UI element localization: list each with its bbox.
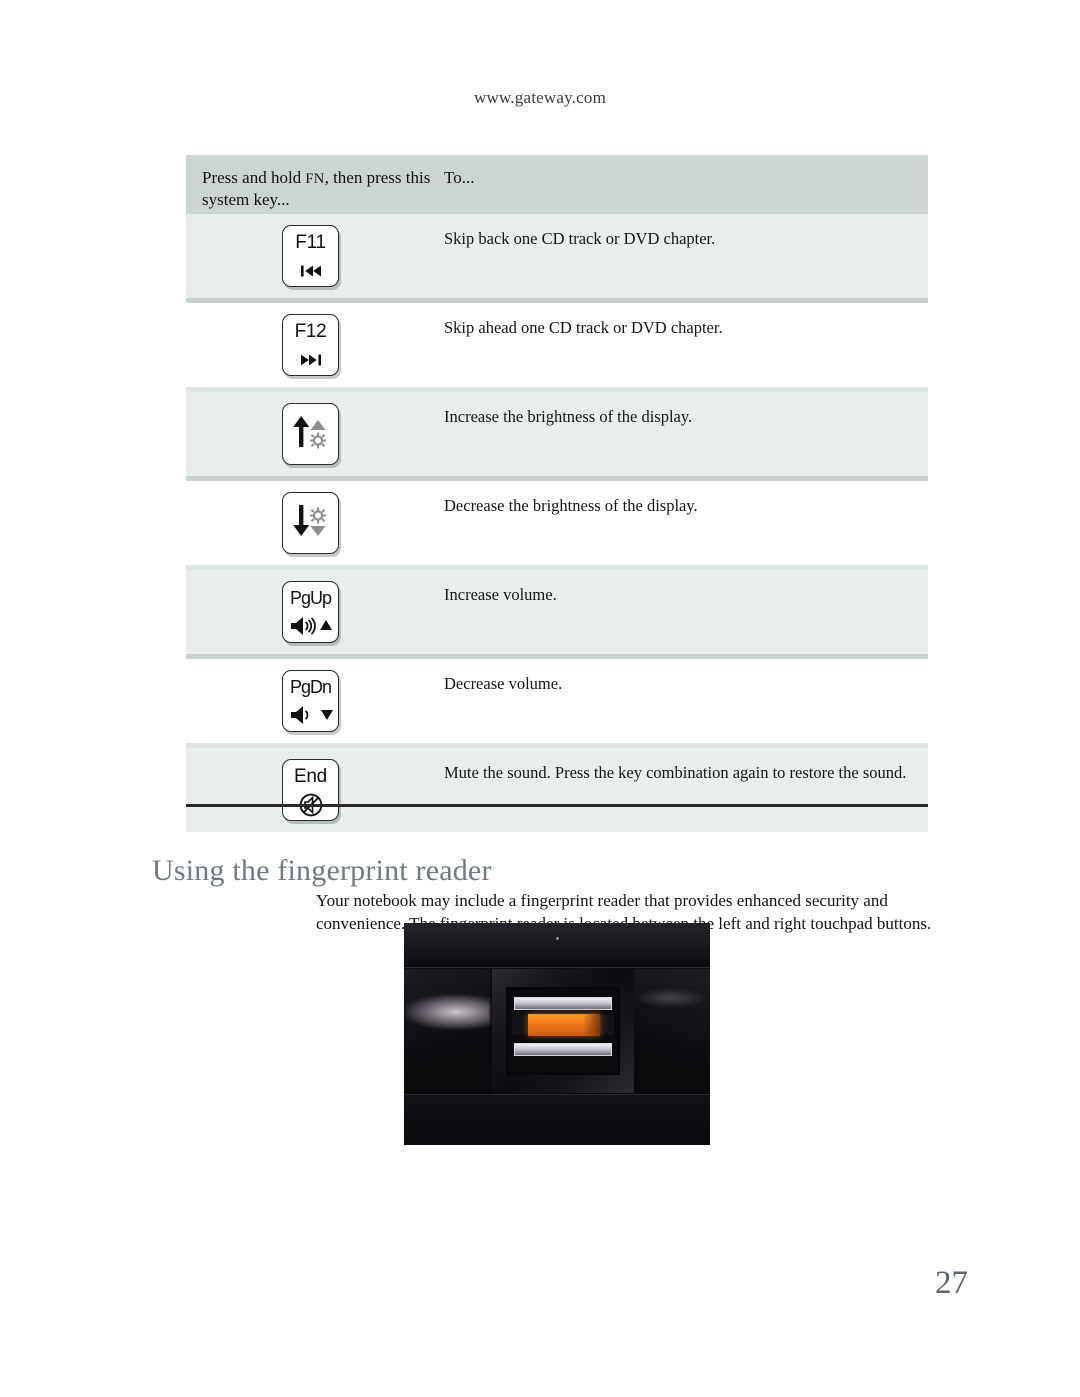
photo-highlight-right	[636, 989, 706, 1007]
keycap-brightness-up	[282, 403, 339, 465]
keycap-pgup: PgUp	[282, 581, 339, 643]
table-header-key-column: Press and hold FN, then press this syste…	[186, 155, 444, 214]
key-cell: F12	[186, 303, 444, 387]
fingerprint-reader-recess	[506, 987, 620, 1075]
sensor-chip-right	[600, 1015, 614, 1035]
key-cell	[186, 392, 444, 476]
gateway-url: www.gateway.com	[473, 88, 607, 107]
description-cell: Increase volume.	[444, 585, 557, 604]
keycap-label: PgDn	[289, 677, 332, 697]
table-header-key-label-line1: Press and hold FN, then press this	[202, 168, 430, 187]
fn-keyword: FN	[305, 171, 325, 187]
keycap-label: F12	[294, 321, 327, 342]
description-cell: Skip back one CD track or DVD chapter.	[444, 229, 716, 248]
description-cell: Skip ahead one CD track or DVD chapter.	[444, 318, 723, 337]
table-row: Decrease the brightness of the display.	[186, 481, 928, 565]
table-row: F12 Skip ahead one CD track or DVD chapt…	[186, 303, 928, 387]
keycap-brightness-down	[282, 492, 339, 554]
key-cell: F11	[186, 214, 444, 298]
photo-bottom-band	[404, 1095, 710, 1145]
fingerprint-reader-photo	[404, 923, 710, 1145]
table-header-desc-column: To...	[444, 168, 475, 187]
volume-up-icon	[288, 613, 334, 639]
key-cell: End	[186, 748, 444, 832]
description-cell: Decrease the brightness of the display.	[444, 496, 698, 515]
photo-top-band	[404, 923, 710, 967]
skip-forward-icon	[299, 347, 323, 373]
photo-right-touchpad-button	[632, 969, 710, 1093]
table-header-key-label-line2: system key...	[202, 190, 290, 210]
page-title: Using the fingerprint reader	[152, 853, 492, 887]
keycap-label: PgUp	[289, 588, 332, 608]
table-row: End Mute the sound. Press the key combin…	[186, 748, 928, 832]
table-row: Increase the brightness of the display.	[186, 392, 928, 476]
table-row: F11 Skip back one CD track or DVD chapte…	[186, 214, 928, 298]
photo-highlight-left	[406, 995, 490, 1029]
brightness-up-icon	[289, 413, 333, 453]
fn-key-combinations-table: Press and hold FN, then press this syste…	[186, 155, 928, 832]
key-cell: PgDn	[186, 659, 444, 743]
table-header-row: Press and hold FN, then press this syste…	[186, 155, 928, 214]
description-cell: Mute the sound. Press the key combinatio…	[444, 763, 907, 782]
keycap-label: F11	[295, 232, 326, 253]
keycap-f12: F12	[282, 314, 339, 376]
photo-seam	[404, 1094, 710, 1095]
keycap-f11: F11	[282, 225, 339, 287]
table-row: PgDn Decrease volume.	[186, 659, 928, 743]
description-cell: Decrease volume.	[444, 674, 563, 693]
key-cell	[186, 481, 444, 565]
header-text-suffix: , then press this	[324, 168, 431, 187]
keycap-pgdn: PgDn	[282, 670, 339, 732]
volume-down-icon	[288, 702, 334, 728]
description-cell: Increase the brightness of the display.	[444, 407, 693, 426]
table-row: PgUp Increase volume.	[186, 570, 928, 654]
photo-seam	[404, 967, 710, 968]
keycap-label: End	[294, 766, 327, 787]
keycap-end: End	[282, 759, 339, 821]
photo-speck	[556, 937, 559, 940]
page-number: 27	[935, 1265, 968, 1301]
fingerprint-sensor-strip	[528, 1014, 600, 1036]
sensor-chip-left	[512, 1015, 526, 1035]
sensor-rail-bottom	[514, 1043, 612, 1056]
sensor-rail-top	[514, 997, 612, 1010]
brightness-down-icon	[289, 502, 333, 542]
photo-left-touchpad-button	[404, 969, 490, 1093]
key-cell: PgUp	[186, 570, 444, 654]
sensor-strip-shadow	[584, 1014, 600, 1036]
skip-back-icon	[299, 258, 323, 284]
header-text-prefix: Press and hold	[202, 168, 306, 187]
table-bottom-rule	[186, 804, 928, 807]
fingerprint-reader-bezel	[492, 969, 634, 1093]
page-running-header: www.gateway.com	[0, 88, 1080, 108]
